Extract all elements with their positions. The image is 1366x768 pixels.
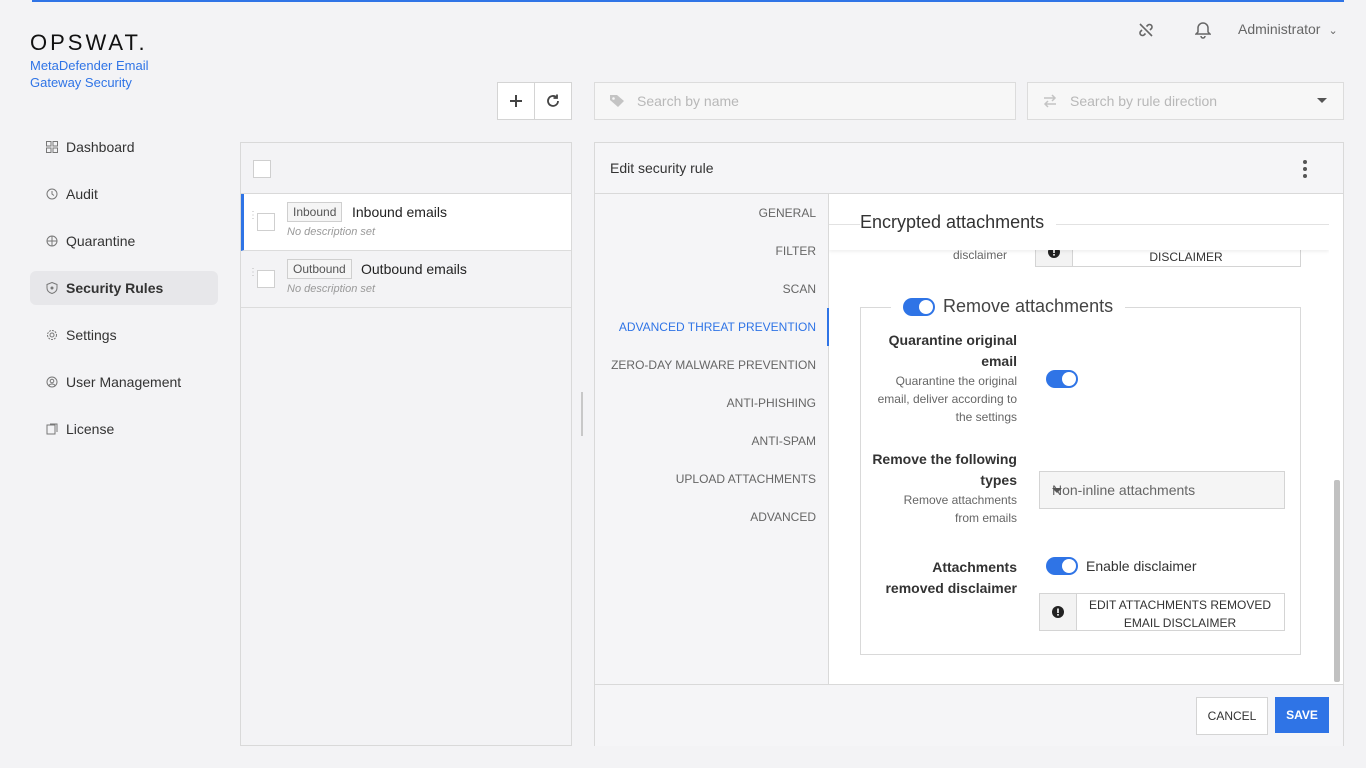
rule-checkbox[interactable]: [257, 270, 275, 288]
swap-arrows-icon: [1043, 94, 1057, 108]
info-icon: [1040, 594, 1077, 630]
editor-footer: CANCEL SAVE: [595, 684, 1343, 746]
rule-checkbox[interactable]: [257, 213, 275, 231]
enable-disclaimer-label: Enable disclaimer: [1086, 558, 1197, 574]
rule-direction-placeholder: Search by rule direction: [1070, 93, 1218, 109]
editor-title: Edit security rule: [610, 160, 714, 176]
tag-icon: [610, 95, 624, 107]
remove-types-label: Remove the following types: [872, 451, 1017, 488]
top-accent-line: [32, 0, 1344, 2]
remove-types-value: Non-inline attachments: [1052, 482, 1196, 498]
rule-name: Outbound emails: [361, 261, 467, 277]
sidebar-item-label: Settings: [66, 327, 117, 343]
sidebar-item-dashboard[interactable]: Dashboard: [30, 130, 218, 164]
editor-tabs: GENERAL FILTER SCAN ADVANCED THREAT PREV…: [595, 194, 829, 684]
tab-advanced-threat-prevention[interactable]: ADVANCED THREAT PREVENTION: [595, 308, 829, 346]
tab-scan[interactable]: SCAN: [595, 270, 828, 308]
editor-content: disclaimer DISCLAIMER Encrypted attachme…: [829, 194, 1329, 684]
rule-description: No description set: [287, 283, 376, 295]
cancel-button[interactable]: CANCEL: [1196, 697, 1268, 735]
tab-upload-attachments[interactable]: UPLOAD ATTACHMENTS: [595, 460, 828, 498]
edit-attachments-removed-disclaimer-label: EDIT ATTACHMENTS REMOVED EMAIL DISCLAIME…: [1088, 598, 1271, 630]
dropdown-arrow-icon: [1317, 98, 1327, 103]
refresh-icon: [547, 94, 559, 107]
shield-icon: [46, 282, 58, 294]
section-header: Encrypted attachments: [829, 194, 1329, 250]
save-button[interactable]: SAVE: [1275, 697, 1329, 733]
more-vert-icon[interactable]: [1303, 160, 1307, 178]
edit-attachments-removed-disclaimer-button[interactable]: EDIT ATTACHMENTS REMOVED EMAIL DISCLAIME…: [1039, 593, 1285, 631]
sidebar-item-label: Security Rules: [66, 280, 164, 296]
quarantine-original-toggle[interactable]: [1046, 370, 1078, 388]
sidebar-item-settings[interactable]: Settings: [30, 318, 218, 352]
remove-attachments-group: Remove attachments Quarantine original e…: [860, 296, 1301, 655]
sidebar-item-label: License: [66, 421, 115, 437]
tab-anti-spam[interactable]: ANTI-SPAM: [595, 422, 828, 460]
quarantine-icon: [46, 235, 58, 247]
user-management-icon: [46, 376, 58, 388]
sidebar-item-quarantine[interactable]: Quarantine: [30, 224, 218, 258]
remove-attachments-legend: Remove attachments: [891, 296, 1126, 317]
attachments-disclaimer-label: Attachments removed disclaimer: [885, 559, 1017, 596]
link-off-icon[interactable]: [1135, 19, 1157, 41]
sidebar-item-label: Audit: [66, 186, 98, 202]
rule-row-outbound[interactable]: ⋮ Outbound Outbound emails No descriptio…: [241, 251, 571, 308]
rule-direction-select[interactable]: Search by rule direction: [1027, 82, 1344, 120]
rules-list: ⋮ Inbound Inbound emails No description …: [240, 142, 572, 746]
rules-list-header: [241, 143, 571, 194]
license-icon: [46, 423, 58, 435]
rule-name: Inbound emails: [352, 204, 447, 220]
user-menu[interactable]: Administrator ⌄: [1238, 21, 1338, 37]
tab-general[interactable]: GENERAL: [595, 194, 828, 232]
refresh-button[interactable]: [534, 82, 572, 120]
enable-disclaimer-toggle[interactable]: [1046, 557, 1078, 575]
rule-editor-panel: Edit security rule GENERAL FILTER SCAN A…: [594, 142, 1344, 746]
search-by-name-placeholder: Search by name: [637, 93, 739, 109]
tab-filter[interactable]: FILTER: [595, 232, 828, 270]
panel-resize-handle[interactable]: [581, 392, 583, 436]
direction-tag: Outbound: [287, 259, 352, 279]
dropdown-arrow-icon: [1052, 488, 1062, 493]
plus-icon: [510, 95, 522, 107]
section-title: Encrypted attachments: [860, 212, 1057, 233]
tab-advanced[interactable]: ADVANCED: [595, 498, 828, 536]
bell-icon[interactable]: [1192, 19, 1214, 41]
quarantine-original-label: Quarantine original email: [888, 332, 1017, 369]
search-by-name-input[interactable]: Search by name: [594, 82, 1016, 120]
sidebar-item-user-management[interactable]: User Management: [30, 365, 218, 399]
user-name: Administrator: [1238, 21, 1321, 37]
sidebar-item-label: Dashboard: [66, 139, 135, 155]
audit-icon: [46, 188, 58, 200]
editor-header: Edit security rule: [595, 143, 1343, 194]
sidebar-item-audit[interactable]: Audit: [30, 177, 218, 211]
edit-disclaimer-label: DISCLAIMER: [1149, 250, 1223, 264]
remove-attachments-toggle[interactable]: [903, 297, 935, 316]
dashboard-icon: [46, 141, 58, 153]
gear-icon: [46, 329, 58, 341]
select-all-checkbox[interactable]: [253, 160, 271, 178]
chevron-down-icon: ⌄: [1328, 25, 1338, 37]
rule-description: No description set: [287, 226, 376, 238]
add-rule-button[interactable]: [497, 82, 535, 120]
product-name: MetaDefender Email Gateway Security: [30, 58, 149, 90]
sidebar-item-label: Quarantine: [66, 233, 136, 249]
sidebar-item-label: User Management: [66, 374, 182, 390]
remove-types-select[interactable]: Non-inline attachments: [1039, 471, 1285, 509]
quarantine-original-help: Quarantine the original email, deliver a…: [877, 374, 1017, 424]
rule-row-inbound[interactable]: ⋮ Inbound Inbound emails No description …: [241, 194, 571, 251]
sidebar-item-license[interactable]: License: [30, 412, 218, 446]
content-scrollbar-thumb[interactable]: [1334, 480, 1340, 682]
cutoff-field-label: disclaimer: [953, 248, 1008, 262]
remove-attachments-title: Remove attachments: [943, 296, 1114, 316]
remove-types-help: Remove attachments from emails: [903, 493, 1017, 525]
tab-anti-phishing[interactable]: ANTI-PHISHING: [595, 384, 828, 422]
sidebar-nav: Dashboard Audit Quarantine Security Rule…: [30, 130, 218, 459]
tab-zero-day-malware-prevention[interactable]: ZERO-DAY MALWARE PREVENTION: [595, 346, 828, 384]
direction-tag: Inbound: [287, 202, 343, 222]
sidebar-item-security-rules[interactable]: Security Rules: [30, 271, 218, 305]
opswat-logo: OPSWAT.: [30, 30, 148, 55]
